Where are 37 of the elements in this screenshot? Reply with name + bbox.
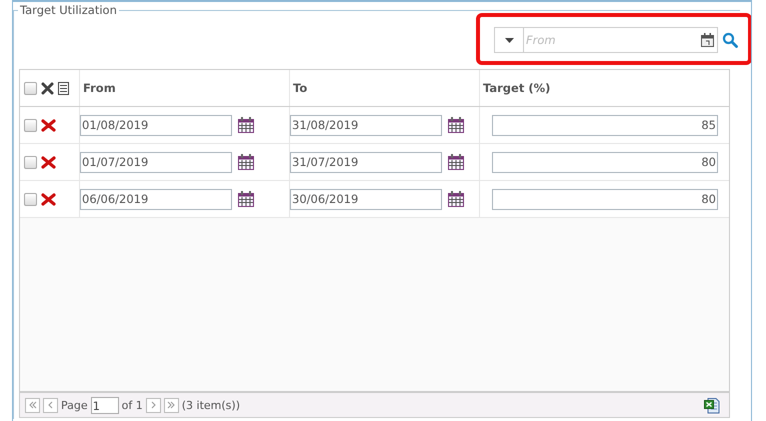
delete-icon[interactable] — [41, 192, 56, 206]
delete-icon[interactable] — [41, 156, 56, 168]
date-field[interactable]: 06/06/2019 — [80, 188, 232, 210]
checkbox[interactable] — [24, 156, 37, 168]
column-header[interactable]: From — [83, 81, 116, 95]
column-header[interactable]: Target (%) — [483, 81, 550, 95]
date-field[interactable]: 30/06/2019 — [290, 188, 442, 210]
calendar-icon[interactable] — [447, 153, 465, 171]
date-field[interactable]: 01/07/2019 — [80, 152, 232, 172]
date-field[interactable]: 01/08/2019 — [80, 114, 232, 136]
calendar-icon[interactable] — [237, 153, 255, 171]
column-header[interactable]: To — [293, 81, 308, 95]
checkbox[interactable] — [24, 192, 37, 206]
page-field[interactable]: 1 — [90, 396, 119, 414]
page-label: Page — [61, 398, 88, 412]
page-count: of 1 — [122, 398, 143, 412]
number-field[interactable]: 85 — [492, 114, 718, 136]
number-field[interactable]: 80 — [492, 188, 718, 210]
search-icon[interactable] — [722, 32, 738, 48]
checkbox[interactable] — [24, 118, 37, 132]
checkbox[interactable] — [24, 82, 37, 94]
item-count: (3 item(s)) — [182, 398, 240, 412]
calendar-icon[interactable] — [447, 116, 465, 134]
date-filter-field[interactable]: From — [494, 27, 718, 53]
caret-icon[interactable] — [504, 38, 514, 42]
calendar-icon[interactable] — [237, 190, 255, 208]
calendar-icon[interactable] — [701, 33, 714, 47]
list-icon[interactable] — [58, 82, 69, 94]
delete-icon[interactable] — [41, 118, 56, 132]
spreadsheet-export-icon[interactable] — [704, 396, 720, 414]
date-field[interactable]: 31/08/2019 — [290, 114, 442, 136]
panel-title: Target Utilization — [18, 3, 119, 17]
calendar-icon[interactable] — [237, 116, 255, 134]
date-field[interactable]: 31/07/2019 — [290, 152, 442, 172]
number-field[interactable]: 80 — [492, 152, 718, 172]
delete-icon[interactable] — [41, 82, 54, 94]
calendar-icon[interactable] — [447, 190, 465, 208]
